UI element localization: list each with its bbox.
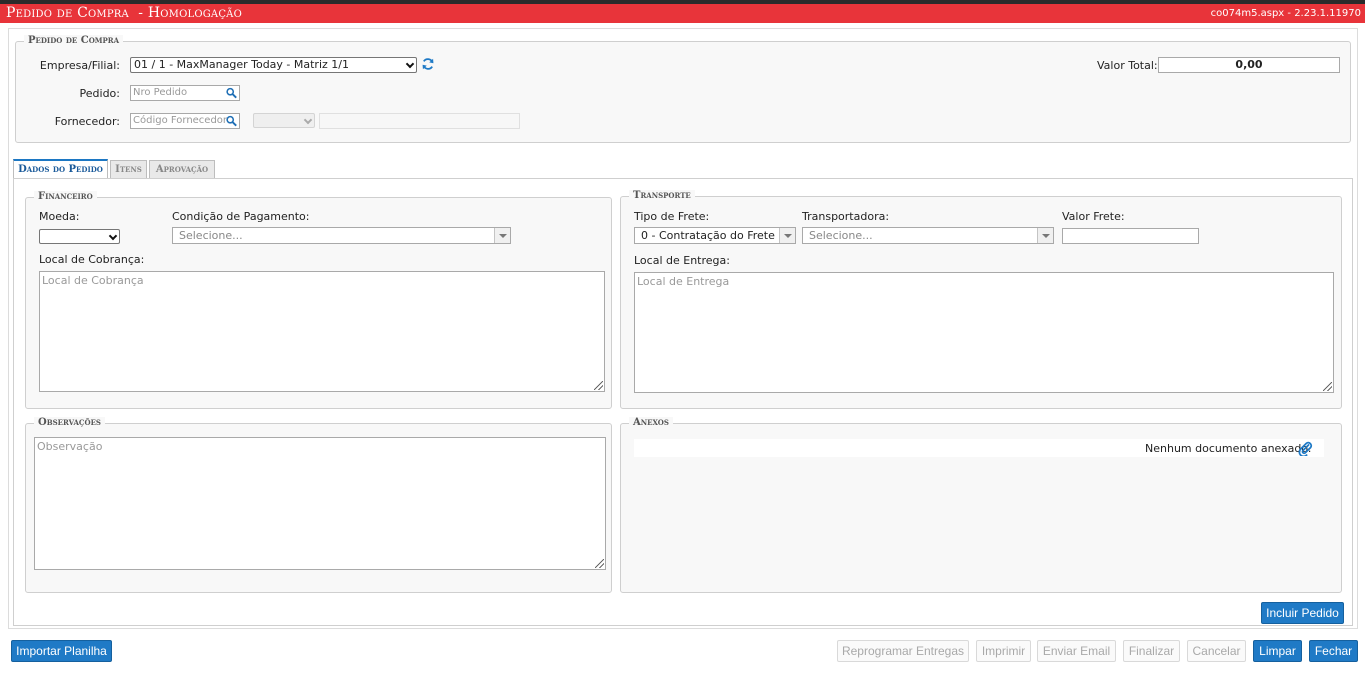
observacao-textarea[interactable]: Observação [34,437,606,570]
page-title: Pedido de Compra - Homologação [6,5,242,21]
empresa-select-value: 01 / 1 - MaxManager Today - Matriz 1/1 [134,58,349,71]
valor-frete-label: Valor Frete: [1062,210,1125,223]
reprogramar-entregas-button[interactable]: Reprogramar Entregas [837,640,969,662]
enviar-email-button[interactable]: Enviar Email [1037,640,1116,662]
fornecedor-name-field [319,113,520,129]
cancelar-button[interactable]: Cancelar [1187,640,1246,662]
fechar-button[interactable]: Fechar [1309,640,1358,662]
finalizar-button[interactable]: Finalizar [1123,640,1180,662]
valor-total-label: Valor Total: [1097,59,1158,72]
refresh-icon[interactable] [421,57,435,71]
financeiro-legend: Financeiro [34,191,97,202]
paperclip-icon[interactable] [1297,440,1313,456]
tab-aprovacao[interactable]: Aprovação [149,160,215,179]
dropdown-arrow-icon[interactable] [779,228,795,243]
tipo-frete-combo[interactable]: 0 - Contratação do Frete po... [634,227,796,244]
resize-grip-icon[interactable] [594,381,603,390]
fornecedor-label: Fornecedor: [54,115,120,128]
no-attachments-text: Nenhum documento anexado. [1145,442,1312,455]
condicao-label: Condição de Pagamento: [172,210,310,223]
tipo-frete-value: 0 - Contratação do Frete po... [641,229,796,242]
transportadora-label: Transportadora: [802,210,890,223]
condicao-pagamento-combo[interactable]: Selecione... [172,227,511,244]
empresa-label: Empresa/Filial: [39,59,120,72]
imprimir-button[interactable]: Imprimir [976,640,1031,662]
transportadora-combo[interactable]: Selecione... [802,227,1054,244]
page-version: co074m5.aspx - 2.23.1.11970 [1210,8,1361,19]
anexos-legend: Anexos [629,417,673,428]
transportadora-placeholder: Selecione... [809,229,873,242]
fornecedor-input[interactable]: Código Fornecedor [130,113,240,129]
local-cobranca-placeholder: Local de Cobrança [42,274,144,287]
moeda-label: Moeda: [39,210,80,223]
pedido-input[interactable]: Nro Pedido [130,85,240,101]
chevron-down-icon [303,115,313,125]
search-icon[interactable] [225,115,238,127]
resize-grip-icon[interactable] [1323,382,1332,391]
local-entrega-placeholder: Local de Entrega [637,275,730,288]
tipo-frete-label: Tipo de Frete: [634,210,710,223]
dropdown-arrow-icon[interactable] [1037,228,1053,243]
importar-planilha-button[interactable]: Importar Planilha [11,640,112,662]
condicao-placeholder: Selecione... [179,229,243,242]
local-cobranca-label: Local de Cobrança: [39,253,145,266]
local-entrega-label: Local de Entrega: [634,254,730,267]
valor-total-field: 0,00 [1158,57,1340,73]
tab-itens[interactable]: Itens [110,160,147,179]
search-icon[interactable] [225,87,238,99]
fornecedor-input-placeholder: Código Fornecedor [133,115,228,126]
incluir-pedido-button[interactable]: Incluir Pedido [1261,602,1344,624]
limpar-button[interactable]: Limpar [1253,640,1302,662]
tab-dados-do-pedido[interactable]: Dados do Pedido [13,159,108,179]
transporte-legend: Transporte [629,190,695,201]
pedido-legend: Pedido de Compra [24,35,124,46]
local-entrega-textarea[interactable]: Local de Entrega [634,272,1334,393]
chevron-down-icon [405,59,415,69]
fornecedor-type-select[interactable] [253,113,315,128]
moeda-select[interactable] [39,229,120,244]
resize-grip-icon[interactable] [595,559,604,568]
observacao-placeholder: Observação [37,440,103,453]
valor-frete-input[interactable] [1062,228,1199,244]
title-bar: Pedido de Compra - Homologação co074m5.a… [0,4,1365,23]
chevron-down-icon [108,231,118,241]
pedido-label: Pedido: [79,87,120,100]
pedido-input-placeholder: Nro Pedido [133,87,188,98]
dropdown-arrow-icon[interactable] [494,228,510,243]
empresa-select[interactable]: 01 / 1 - MaxManager Today - Matriz 1/1 [130,57,417,73]
local-cobranca-textarea[interactable]: Local de Cobrança [39,271,605,392]
observacoes-legend: Observações [34,417,105,428]
